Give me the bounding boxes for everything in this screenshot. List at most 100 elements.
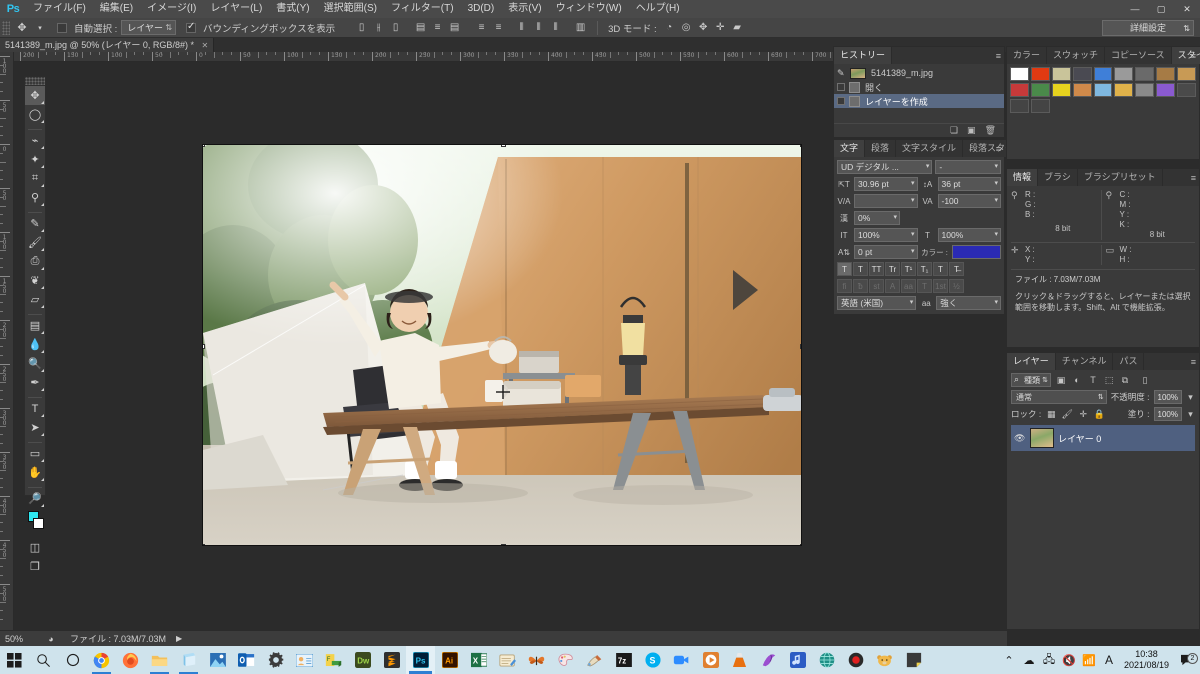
canvas-area[interactable] <box>14 62 834 630</box>
font-style-button-6[interactable]: T <box>933 262 948 276</box>
move-tool-icon[interactable]: ✥ <box>13 20 31 36</box>
zoom-level[interactable]: 50% <box>0 634 40 644</box>
tray-expand-icon[interactable]: ⌃ <box>999 654 1019 667</box>
photoshop-icon[interactable]: Ps <box>406 646 435 674</box>
7zip-icon[interactable]: 7z <box>609 646 638 674</box>
quick-mask-icon[interactable]: ◫ <box>25 538 45 557</box>
tab-レイヤー[interactable]: レイヤー <box>1007 353 1056 370</box>
dodge-tool[interactable]: 🔍 <box>25 354 45 373</box>
tab-文字[interactable]: 文字 <box>834 140 866 157</box>
document-tab-close-icon[interactable]: ✕ <box>201 41 208 50</box>
auto-select-checkbox[interactable] <box>57 22 67 33</box>
filezilla-icon[interactable] <box>754 646 783 674</box>
distribute-horizontal-center-icon[interactable]: ⦀ <box>530 20 547 36</box>
magic-wand-tool[interactable]: ✦ <box>25 150 45 169</box>
tab-ブラシプリセット[interactable]: ブラシプリセット <box>1077 169 1163 186</box>
rectangle-tool[interactable]: ▭ <box>25 444 45 463</box>
style-swatch[interactable] <box>1135 83 1155 97</box>
tab-文字スタイル[interactable]: 文字スタイル <box>896 140 964 157</box>
excel-icon[interactable]: X <box>464 646 493 674</box>
new-document-icon[interactable]: ❏ <box>950 125 958 136</box>
spot-healing-brush-tool[interactable]: ✎ <box>25 214 45 233</box>
elliptical-marquee-tool[interactable]: ◯ <box>25 105 45 124</box>
style-swatch[interactable] <box>1156 83 1176 97</box>
media-player-icon[interactable] <box>696 646 725 674</box>
leading-field[interactable]: 36 pt <box>937 177 1001 191</box>
style-swatch[interactable] <box>1051 83 1071 97</box>
lasso-tool[interactable]: ⌁ <box>25 131 45 150</box>
menu-item-5[interactable]: 選択範囲(S) <box>317 0 384 18</box>
font-style-button-3[interactable]: Tr <box>885 262 900 276</box>
style-swatch[interactable] <box>1010 67 1029 81</box>
brush-tool[interactable]: 🖌 <box>25 233 45 252</box>
tab-ブラシ[interactable]: ブラシ <box>1038 169 1078 186</box>
tools-panel-grip[interactable] <box>25 77 45 86</box>
tab-情報[interactable]: 情報 <box>1007 169 1039 186</box>
history-item[interactable]: 開く <box>834 80 1004 94</box>
align-left-edges-icon[interactable]: ▯ <box>353 20 370 36</box>
notepad-icon[interactable] <box>493 646 522 674</box>
dreamweaver-icon[interactable]: Dw <box>348 646 377 674</box>
ime-a-icon[interactable]: A <box>1099 653 1119 667</box>
show-bounding-box-checkbox[interactable] <box>186 21 197 33</box>
illustrator-icon[interactable]: Ai <box>435 646 464 674</box>
opentype-button-2[interactable]: st <box>869 279 884 293</box>
paint-brush-icon[interactable] <box>580 646 609 674</box>
menu-item-4[interactable]: 書式(Y) <box>269 0 316 18</box>
filter-toggle-icon[interactable]: ▯ <box>1139 375 1151 386</box>
document-tab[interactable]: 5141389_m.jpg @ 50% (レイヤー 0, RGB/8#) * ✕ <box>0 38 215 52</box>
baseline-shift-field[interactable]: 0 pt <box>854 245 918 259</box>
tab-チャンネル[interactable]: チャンネル <box>1055 353 1114 370</box>
style-swatch[interactable] <box>1072 67 1092 81</box>
tool-preset-chevron-icon[interactable]: ▾ <box>31 20 49 36</box>
lock-all-icon[interactable]: 🔒 <box>1093 409 1105 420</box>
tab-パス[interactable]: パス <box>1113 353 1145 370</box>
close-button[interactable]: ✕ <box>1174 0 1200 18</box>
transform-handle-mr[interactable] <box>800 344 801 349</box>
history-brush-checkbox[interactable] <box>837 97 845 105</box>
font-size-field[interactable]: 30.96 pt <box>854 177 918 191</box>
menu-item-1[interactable]: 編集(E) <box>93 0 140 18</box>
font-style-button-1[interactable]: T <box>853 262 868 276</box>
align-bottom-edges-icon[interactable]: ▤ <box>446 20 463 36</box>
new-snapshot-icon[interactable]: ▣ <box>967 125 976 136</box>
font-style-button-0[interactable]: T <box>837 262 852 276</box>
opentype-button-5[interactable]: T <box>917 279 932 293</box>
font-style-button-5[interactable]: T₁ <box>917 262 932 276</box>
opentype-button-1[interactable]: ᵬ <box>853 279 868 293</box>
bear-icon[interactable] <box>870 646 899 674</box>
photos-icon[interactable] <box>203 646 232 674</box>
character-panel-menu-icon[interactable]: ≡ <box>996 144 1001 154</box>
align-top-edges-icon[interactable]: ▤ <box>412 20 429 36</box>
onedrive-icon[interactable]: ☁ <box>1019 654 1039 667</box>
font-family-dropdown[interactable]: UD デジタル ... <box>837 160 933 174</box>
transform-handle-tr[interactable] <box>800 145 801 147</box>
fill-stepper-icon[interactable]: ▾ <box>1186 409 1195 420</box>
opentype-button-6[interactable]: 1st <box>933 279 948 293</box>
tab-スウォッチ[interactable]: スウォッチ <box>1047 47 1106 64</box>
globe-icon[interactable] <box>812 646 841 674</box>
distribute-top-icon[interactable]: ≡ <box>473 20 490 36</box>
menu-item-3[interactable]: レイヤー(L) <box>203 0 269 18</box>
menu-item-0[interactable]: ファイル(F) <box>26 0 93 18</box>
horizontal-scale-field[interactable]: 100% <box>937 228 1001 242</box>
font-style-button-7[interactable]: T̶ <box>949 262 964 276</box>
tsume-field[interactable]: 0% <box>854 211 900 225</box>
background-color-swatch[interactable] <box>33 518 44 529</box>
layer-item[interactable]: 👁 レイヤー 0 <box>1011 425 1195 451</box>
sublime-text-icon[interactable] <box>377 646 406 674</box>
clone-stamp-tool[interactable]: ⎙ <box>25 252 45 271</box>
transform-handle-bl[interactable] <box>203 544 205 545</box>
style-swatch[interactable] <box>1030 83 1050 97</box>
file-explorer-icon[interactable] <box>145 646 174 674</box>
vlc-icon[interactable] <box>725 646 754 674</box>
type-tool[interactable]: T <box>25 399 45 418</box>
tab-コピーソース[interactable]: コピーソース <box>1105 47 1172 64</box>
document-canvas[interactable] <box>202 144 802 546</box>
gradient-tool[interactable]: ▤ <box>25 316 45 335</box>
layer-filter-dropdown[interactable]: 種類 <box>1011 373 1051 387</box>
history-brush-tool[interactable]: ❦ <box>25 271 45 290</box>
pixel-filter-icon[interactable]: ▣ <box>1055 375 1067 386</box>
distribute-left-icon[interactable]: ⦀ <box>513 20 530 36</box>
opentype-button-0[interactable]: fi <box>837 279 852 293</box>
